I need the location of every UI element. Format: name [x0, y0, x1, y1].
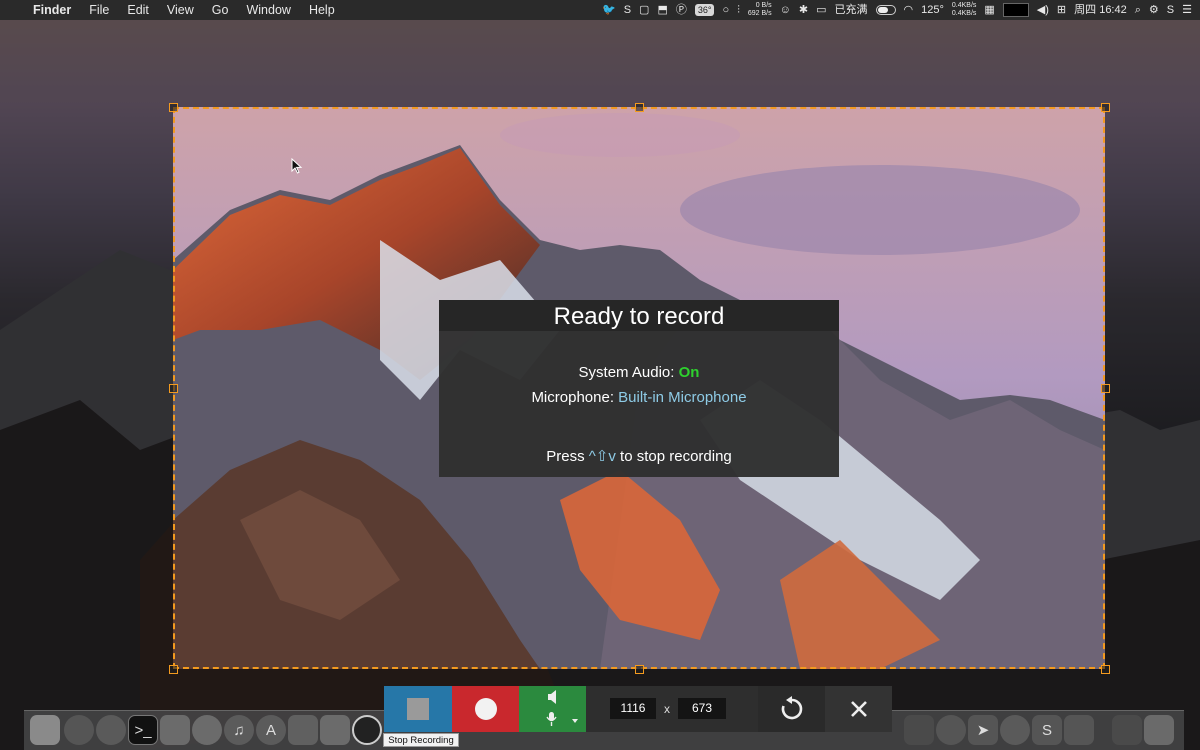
twitter-icon[interactable]: 🐦 — [602, 0, 616, 20]
width-field[interactable]: 1116 — [610, 698, 656, 719]
trash-dock-icon[interactable] — [1144, 715, 1174, 745]
stop-shortcut: ^⇧v — [588, 448, 616, 465]
temperature-badge[interactable]: 36° — [694, 4, 715, 16]
network-download: 692 B/s — [747, 10, 772, 17]
dimension-panel: 1116 x 673 — [586, 686, 758, 732]
keyboard-input-icon[interactable]: ⊞ — [1057, 0, 1066, 20]
downloads-dock-icon[interactable] — [1112, 715, 1142, 745]
record-button[interactable] — [452, 686, 519, 732]
p-app-status-icon[interactable]: Ⓟ — [676, 0, 687, 20]
menu-extras-icon[interactable]: ⚙ — [1149, 0, 1159, 20]
s-app-status-icon[interactable]: S — [624, 0, 631, 20]
reset-button[interactable] — [758, 686, 825, 732]
network-upload: 0 B/s — [755, 2, 772, 9]
clock-datetime[interactable]: 周四 16:42 — [1074, 0, 1127, 20]
safari-dock-icon[interactable] — [96, 715, 126, 745]
stop-icon — [407, 698, 429, 720]
launchpad-dock-icon[interactable] — [64, 715, 94, 745]
s-app-icon-right[interactable]: S — [1167, 0, 1174, 20]
notes-status-icon[interactable]: ▢ — [639, 0, 649, 20]
ready-to-record-panel: Ready to record System Audio: On Microph… — [439, 300, 839, 477]
panel-title: Ready to record — [439, 300, 839, 331]
network2-download: 0.4KB/s — [951, 10, 977, 17]
terminal-dock-icon[interactable]: >_ — [128, 715, 158, 745]
app-menu-finder[interactable]: Finder — [24, 0, 80, 20]
settings-dock-icon[interactable] — [288, 715, 318, 745]
status-area: 🐦 S ▢ ⬒ Ⓟ 36° ○ ⫶ 0 B/s 692 B/s ☺ ✱ ▭ 已充… — [602, 0, 1192, 20]
bluetooth-icon[interactable]: ✱ — [799, 0, 808, 20]
screen-recorder-dock-icon[interactable] — [352, 715, 382, 745]
network2-upload: 0.4KB/s — [951, 2, 977, 9]
microphone-value: Built-in Microphone — [618, 389, 747, 406]
network-speed-2[interactable]: 0.4KB/s 0.4KB/s — [952, 2, 977, 18]
menu-edit[interactable]: Edit — [118, 0, 158, 20]
speaker-mic-icon — [546, 690, 578, 726]
finder-dock-icon[interactable] — [30, 715, 60, 745]
network-speed[interactable]: 0 B/s 692 B/s — [748, 2, 772, 18]
menu-help[interactable]: Help — [300, 0, 344, 20]
height-field[interactable]: 673 — [678, 698, 726, 719]
audio-options-button[interactable] — [519, 686, 586, 732]
app-dock-icon-1[interactable] — [904, 715, 934, 745]
resize-handle-top-left[interactable] — [169, 103, 178, 112]
app-dock-icon-3[interactable] — [1000, 715, 1030, 745]
menu-bar: Finder File Edit View Go Window Help 🐦 S… — [0, 0, 1200, 20]
close-icon — [850, 701, 867, 717]
stop-hint-line: Press ^⇧v to stop recording — [439, 447, 839, 465]
press-label: Press — [546, 448, 585, 465]
dimension-separator: x — [664, 702, 670, 716]
menu-go[interactable]: Go — [203, 0, 238, 20]
activity-status-icon[interactable]: ⫶ — [737, 0, 740, 20]
download-status-icon[interactable]: ⬒ — [657, 0, 667, 20]
refresh-icon — [781, 696, 802, 720]
user-status-icon[interactable]: ☺ — [780, 0, 791, 20]
mouse-cursor-icon — [291, 158, 303, 174]
battery-icon[interactable]: ▭ — [816, 0, 826, 20]
resize-handle-right[interactable] — [1101, 384, 1110, 393]
s-app-dock-icon[interactable]: S — [1032, 715, 1062, 745]
record-icon — [474, 698, 497, 720]
stop-recording-button[interactable] — [384, 686, 452, 732]
resize-handle-bottom[interactable] — [635, 665, 644, 674]
close-button[interactable] — [825, 686, 892, 732]
cpu-temperature[interactable]: 125° — [921, 0, 944, 20]
circle-status-icon[interactable]: ○ — [722, 0, 729, 20]
resize-handle-top[interactable] — [635, 103, 644, 112]
app-dock-icon-4[interactable] — [1064, 715, 1094, 745]
telegram-dock-icon[interactable]: ➤ — [968, 715, 998, 745]
system-audio-line: System Audio: On — [439, 364, 839, 381]
photos-dock-icon[interactable] — [192, 715, 222, 745]
resize-handle-top-right[interactable] — [1101, 103, 1110, 112]
menu-window[interactable]: Window — [237, 0, 299, 20]
system-audio-label: System Audio: — [578, 364, 675, 381]
preview-dock-icon[interactable] — [160, 715, 190, 745]
resize-handle-left[interactable] — [169, 384, 178, 393]
black-status-box[interactable] — [1002, 3, 1029, 17]
resize-handle-bottom-left[interactable] — [169, 665, 178, 674]
search-icon[interactable]: ⌕ — [1135, 0, 1141, 20]
stop-hint-suffix: to stop recording — [620, 448, 732, 465]
notification-center-icon[interactable]: ☰ — [1182, 0, 1192, 20]
desktop: Ready to record System Audio: On Microph… — [0, 0, 1200, 750]
microphone-label: Microphone: — [531, 389, 614, 406]
wifi-icon[interactable]: ◠ — [904, 0, 914, 20]
menu-file[interactable]: File — [80, 0, 118, 20]
app-dock-icon-2[interactable] — [936, 715, 966, 745]
battery-status-text[interactable]: 已充满 — [835, 0, 868, 20]
resize-handle-bottom-right[interactable] — [1101, 665, 1110, 674]
toggle-status-icon[interactable] — [875, 5, 896, 15]
microphone-line: Microphone: Built-in Microphone — [439, 389, 839, 406]
notes-dock-icon[interactable] — [320, 715, 350, 745]
system-audio-value: On — [678, 364, 700, 381]
grid-status-icon[interactable]: ▦ — [984, 0, 994, 20]
app-store-dock-icon[interactable]: A — [256, 715, 286, 745]
sound-icon[interactable]: ◀) — [1037, 0, 1049, 20]
menu-view[interactable]: View — [158, 0, 203, 20]
stop-recording-tooltip: Stop Recording — [383, 733, 459, 747]
music-dock-icon[interactable]: ♫ — [224, 715, 254, 745]
